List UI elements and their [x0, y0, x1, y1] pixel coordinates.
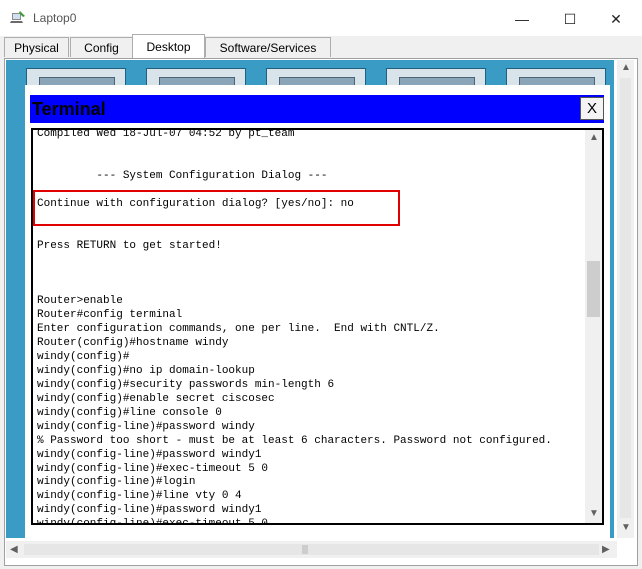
console-line: % Password too short - must be at least … — [37, 434, 552, 447]
terminal-window: Terminal X Compiled Wed 18-Jul-07 04:52 … — [25, 85, 610, 538]
scroll-up-icon[interactable]: ▲ — [621, 62, 631, 73]
console-line: windy(config-line)#exec-timeout 5 0 — [37, 462, 269, 475]
console-line: Press RETURN to get started! — [37, 239, 222, 252]
scroll-down-icon[interactable]: ▼ — [589, 508, 599, 519]
desktop-horizontal-scrollbar[interactable]: ◀ ▶ — [6, 541, 617, 558]
scroll-right-icon[interactable]: ▶ — [602, 544, 610, 555]
tab-physical[interactable]: Physical — [4, 37, 69, 57]
laptop-app-icon — [10, 11, 25, 23]
console-scrollbar[interactable]: ▲ ▼ — [585, 130, 602, 523]
console-line: windy(config-line)#line vty 0 4 — [37, 490, 242, 503]
console-line: windy(config)#security passwords min-len… — [37, 378, 335, 391]
desktop-vertical-scrollbar[interactable]: ▲ ▼ — [617, 60, 634, 538]
scroll-left-icon[interactable]: ◀ — [10, 544, 18, 555]
console-line: Router#config terminal — [37, 309, 183, 322]
console-line: windy(config)# — [37, 351, 130, 363]
console-line: windy(config-line)#login — [37, 476, 196, 489]
console-output: Compiled Wed 18-Jul-07 04:52 by pt_team … — [37, 128, 585, 525]
maximize-button[interactable]: ☐ — [550, 6, 590, 32]
terminal-console[interactable]: Compiled Wed 18-Jul-07 04:52 by pt_team … — [31, 128, 604, 525]
terminal-title-bar: Terminal X — [30, 95, 604, 123]
console-line: windy(config)#no ip domain-lookup — [37, 364, 255, 377]
scroll-down-icon[interactable]: ▼ — [621, 522, 631, 533]
tab-bar: Physical Config Desktop Software/Service… — [0, 34, 642, 58]
window-title-bar: Laptop0 — ☐ ✕ — [0, 0, 642, 36]
tab-software-services[interactable]: Software/Services — [205, 37, 331, 57]
window-title: Laptop0 — [33, 11, 77, 25]
console-line: --- System Configuration Dialog --- — [37, 169, 328, 182]
terminal-close-button[interactable]: X — [580, 97, 604, 120]
console-line: windy(config-line)#password windy1 — [37, 504, 262, 517]
console-line: windy(config-line)#password windy1 — [37, 448, 262, 461]
scrollbar-thumb[interactable] — [587, 261, 600, 317]
console-line: Compiled Wed 18-Jul-07 04:52 by pt_team — [37, 128, 295, 140]
console-line: windy(config-line)#exec-timeout 5 0 — [37, 518, 269, 525]
minimize-button[interactable]: — — [502, 6, 542, 32]
tab-config[interactable]: Config — [70, 37, 133, 57]
console-line: Enter configuration commands, one per li… — [37, 323, 440, 336]
close-icon: X — [586, 100, 597, 117]
terminal-title: Terminal — [32, 99, 106, 119]
console-line: windy(config-line)#password windy — [37, 420, 255, 433]
highlight-box — [33, 190, 400, 226]
minimize-icon: — — [515, 11, 529, 27]
tab-desktop[interactable]: Desktop — [132, 34, 205, 58]
scroll-up-icon[interactable]: ▲ — [589, 132, 599, 143]
close-window-button[interactable]: ✕ — [596, 6, 636, 32]
console-line: Router>enable — [37, 295, 123, 308]
console-line: Router(config)#hostname windy — [37, 337, 229, 350]
console-line: windy(config)#line console 0 — [37, 406, 222, 419]
maximize-icon: ☐ — [563, 10, 577, 27]
close-icon: ✕ — [610, 10, 622, 27]
console-line: windy(config)#enable secret ciscosec — [37, 392, 275, 405]
